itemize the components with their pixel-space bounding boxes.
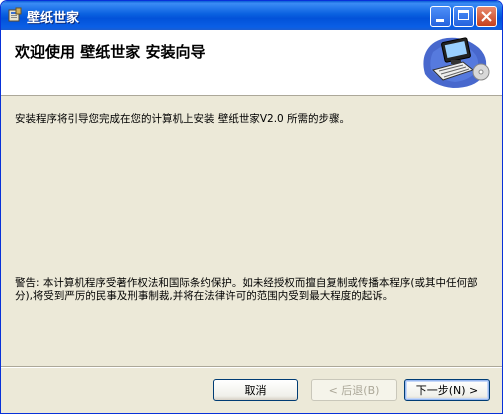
close-button[interactable] [476,6,497,27]
close-icon [481,11,492,22]
page-title: 欢迎使用 壁纸世家 安装向导 [15,43,206,61]
window-title: 壁纸世家 [27,11,80,26]
intro-text: 安装程序将引导您完成在您的计算机上安装 壁纸世家V2.0 所需的步骤。 [15,113,351,125]
next-button[interactable]: 下一步(N) > [404,379,490,401]
installer-icon [7,7,23,23]
computer-setup-icon [413,30,495,92]
back-button[interactable]: < 后退(B) [311,379,397,401]
minimize-button[interactable] [430,6,451,27]
header-banner: 欢迎使用 壁纸世家 安装向导 [1,30,502,96]
title-bar[interactable]: 壁纸世家 [1,1,502,30]
cancel-button[interactable]: 取消 [213,379,298,401]
divider-highlight [1,367,502,368]
installer-window: 壁纸世家 欢迎使用 壁纸世家 安装向导 安装程序将引导您完成在您的计算机上安装 … [0,0,503,414]
copyright-warning: 警告: 本计算机程序受著作权法和国际条约保护。如未经授权而擅自复制或传播本程序(… [15,277,478,302]
maximize-button[interactable] [453,6,474,27]
